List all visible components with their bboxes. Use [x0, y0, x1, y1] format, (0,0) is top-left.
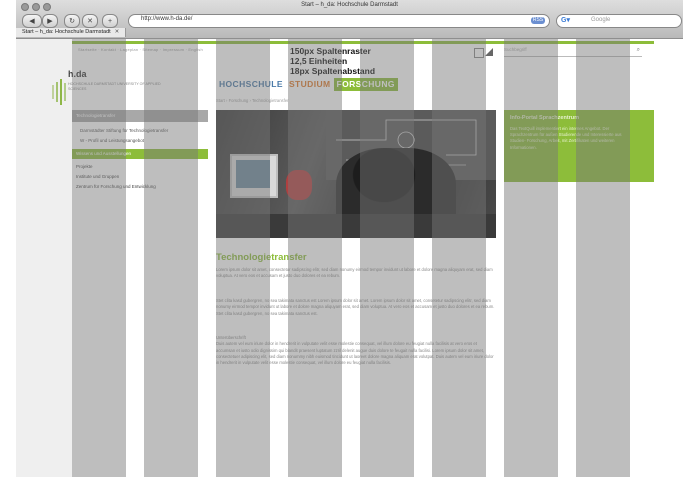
grid-annotation-line: 18px Spaltenabstand	[290, 66, 376, 76]
main-navigation: HOCHSCHULE STUDIUM FORSCHUNG	[216, 78, 398, 91]
nav-studium[interactable]: STUDIUM	[286, 78, 334, 91]
content-paragraph: Duis autem vel eum iriure dolor in hendr…	[216, 341, 494, 366]
sidebar-item[interactable]: Institute und Gruppen	[72, 172, 208, 182]
browser-tab[interactable]: Start – h_da: Hochschule Darmstadt ✕	[16, 28, 127, 37]
sidebar-item[interactable]: Darmstädter Stiftung für Technologietran…	[72, 126, 208, 136]
person-in-red	[286, 170, 312, 200]
grid-annotation: 150px Spaltenraster 12,5 Einheiten 18px …	[290, 46, 375, 76]
address-bar[interactable]: http://www.h-da.de/ RSS	[128, 14, 550, 28]
content-section: Unterüberschrift Duis autem vel eum iriu…	[216, 335, 496, 366]
sidebar-item[interactable]: W - Profil und Leistungsangebot	[72, 136, 208, 146]
plus-icon: +	[107, 17, 113, 25]
font-size-icon[interactable]	[474, 48, 484, 58]
web-page: Startseite · Kontakt · Lageplan · Sitema…	[16, 39, 683, 477]
forward-arrow-icon: ▶	[47, 18, 53, 25]
info-box-text: Das TextQuill impl­ementiert ein interne…	[510, 126, 622, 150]
site-search-input[interactable]: Suchbegriff ⌕	[504, 47, 642, 57]
logo-subtitle: HOCHSCHULE DARMSTADT UNIVERSITY OF APPLI…	[68, 82, 161, 91]
stop-button[interactable]: ✕	[82, 14, 98, 28]
search-icon[interactable]: ⌕	[637, 47, 640, 54]
forward-button[interactable]: ▶	[42, 14, 58, 28]
meta-navigation[interactable]: Startseite · Kontakt · Lageplan · Sitema…	[78, 47, 203, 52]
nav-hochschule[interactable]: HOCHSCHULE	[216, 78, 286, 91]
top-accent-line	[72, 41, 654, 44]
contrast-icon[interactable]	[485, 48, 493, 56]
stop-icon: ✕	[87, 18, 93, 25]
window-title: Start – h_da: Hochschule Darmstadt	[301, 2, 398, 8]
search-placeholder: Google	[591, 17, 611, 23]
sidebar-item-active[interactable]: Wissens und Ausstellungen	[72, 149, 208, 159]
nav-forschung[interactable]: FORSCHUNG	[333, 78, 398, 91]
browser-chrome: Start – h_da: Hochschule Darmstadt ◀ ▶ ↻…	[16, 0, 683, 39]
page-title: Technologietransfer	[216, 252, 307, 263]
sidebar-section-head[interactable]: Technologietransfer	[72, 110, 208, 122]
breadcrumb[interactable]: Start › Forschung › Technologietransfer	[216, 98, 289, 103]
search-field[interactable]: G▾ Google	[556, 14, 682, 28]
url-text: http://www.h-da.de/	[141, 16, 193, 22]
sidebar-item[interactable]: Projekte	[72, 162, 208, 172]
sidebar-navigation: Technologietransfer Darmstädter Stiftung…	[72, 110, 208, 192]
content-paragraph: Lorem ipsum dolor sit amet, consectetur …	[216, 267, 493, 279]
site-search-placeholder: Suchbegriff	[504, 47, 527, 52]
info-box-title[interactable]: Info-Portal Sprachzentrum	[510, 115, 579, 121]
back-arrow-icon: ◀	[29, 18, 35, 25]
rss-icon[interactable]: RSS	[531, 17, 545, 24]
hero-image	[216, 110, 496, 238]
sidebar-item[interactable]: Zentrum für Forschung und Entwicklung	[72, 182, 208, 192]
grid-annotation-line: 150px Spaltenraster	[290, 46, 371, 56]
computer-monitor	[230, 154, 278, 198]
grid-annotation-line: 12,5 Einheiten	[290, 56, 348, 66]
back-button[interactable]: ◀	[22, 14, 42, 28]
tab-close-icon[interactable]: ✕	[115, 29, 120, 35]
tab-label: Start – h_da: Hochschule Darmstadt	[22, 29, 111, 35]
google-search-icon: G▾	[561, 17, 570, 24]
reload-button[interactable]: ↻	[64, 14, 80, 28]
grid-margin-overlay	[16, 39, 72, 477]
reload-icon: ↻	[69, 18, 75, 25]
content-paragraph: Stet clita kasd gubergren, no sea takima…	[216, 298, 495, 316]
lab-desk	[216, 214, 496, 238]
info-box[interactable]: Info-Portal Sprachzentrum Das TextQuill …	[504, 110, 654, 182]
add-bookmark-button[interactable]: +	[102, 14, 118, 28]
